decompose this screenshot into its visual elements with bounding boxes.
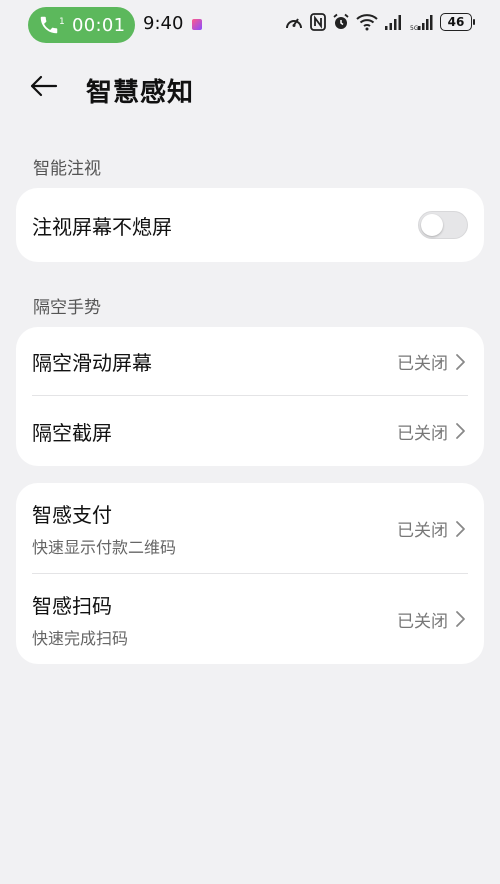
row-title: 隔空截屏 [32,420,112,445]
status-bar: 1 00:01 9:40 5G 46 [0,0,500,50]
back-button[interactable] [28,72,68,104]
call-timer: 00:01 [72,14,126,36]
row-title: 智感支付 [32,503,112,527]
chevron-right-icon [454,353,466,371]
page-header: 智慧感知 [0,62,500,114]
signal-icon [384,13,404,31]
gesture-card: 隔空滑动屏幕 已关闭 隔空截屏 已关闭 [16,327,484,466]
smart-scan-row[interactable]: 智感扫码 快速完成扫码 已关闭 [16,574,484,664]
smart-sensing-card: 智感支付 快速显示付款二维码 已关闭 智感扫码 快速完成扫码 已关闭 [16,483,484,664]
ongoing-call-pill[interactable]: 1 00:01 [28,7,135,43]
wifi-icon [356,13,378,31]
gaze-card: 注视屏幕不熄屏 [16,188,484,262]
alarm-icon [332,13,350,31]
chevron-right-icon [454,422,466,440]
gaze-keep-screen-on-row[interactable]: 注视屏幕不熄屏 [16,188,484,262]
app-notification-icon [192,19,202,30]
gaze-keep-screen-on-toggle[interactable] [418,211,468,239]
nfc-icon [310,13,326,31]
call-sim-number: 1 [59,17,65,27]
section-label-gesture: 隔空手势 [33,298,101,318]
row-title: 隔空滑动屏幕 [32,351,152,375]
phone-icon: 1 [38,14,65,36]
signal-icon-2: 5G [410,13,434,31]
smart-pay-row[interactable]: 智感支付 快速显示付款二维码 已关闭 [16,483,484,574]
row-status: 已关闭 [397,423,448,444]
air-screenshot-row[interactable]: 隔空截屏 已关闭 [16,396,484,466]
speed-icon [284,13,304,31]
row-subtitle: 快速显示付款二维码 [32,538,177,557]
svg-text:5G: 5G [410,25,419,31]
section-label-gaze: 智能注视 [33,159,101,179]
row-subtitle: 快速完成扫码 [32,628,129,648]
chevron-right-icon [454,610,466,628]
toggle-knob [421,214,443,236]
row-status: 已关闭 [397,354,448,374]
row-title: 智感扫码 [32,593,112,618]
air-swipe-row[interactable]: 隔空滑动屏幕 已关闭 [16,327,484,396]
page-title: 智慧感知 [86,78,195,108]
row-status: 已关闭 [397,521,448,541]
clock: 9:40 [143,13,184,34]
chevron-right-icon [454,520,466,538]
battery-indicator: 46 [440,13,475,31]
row-status: 已关闭 [397,611,448,632]
row-title: 注视屏幕不熄屏 [32,214,172,239]
back-arrow-icon [28,74,58,102]
